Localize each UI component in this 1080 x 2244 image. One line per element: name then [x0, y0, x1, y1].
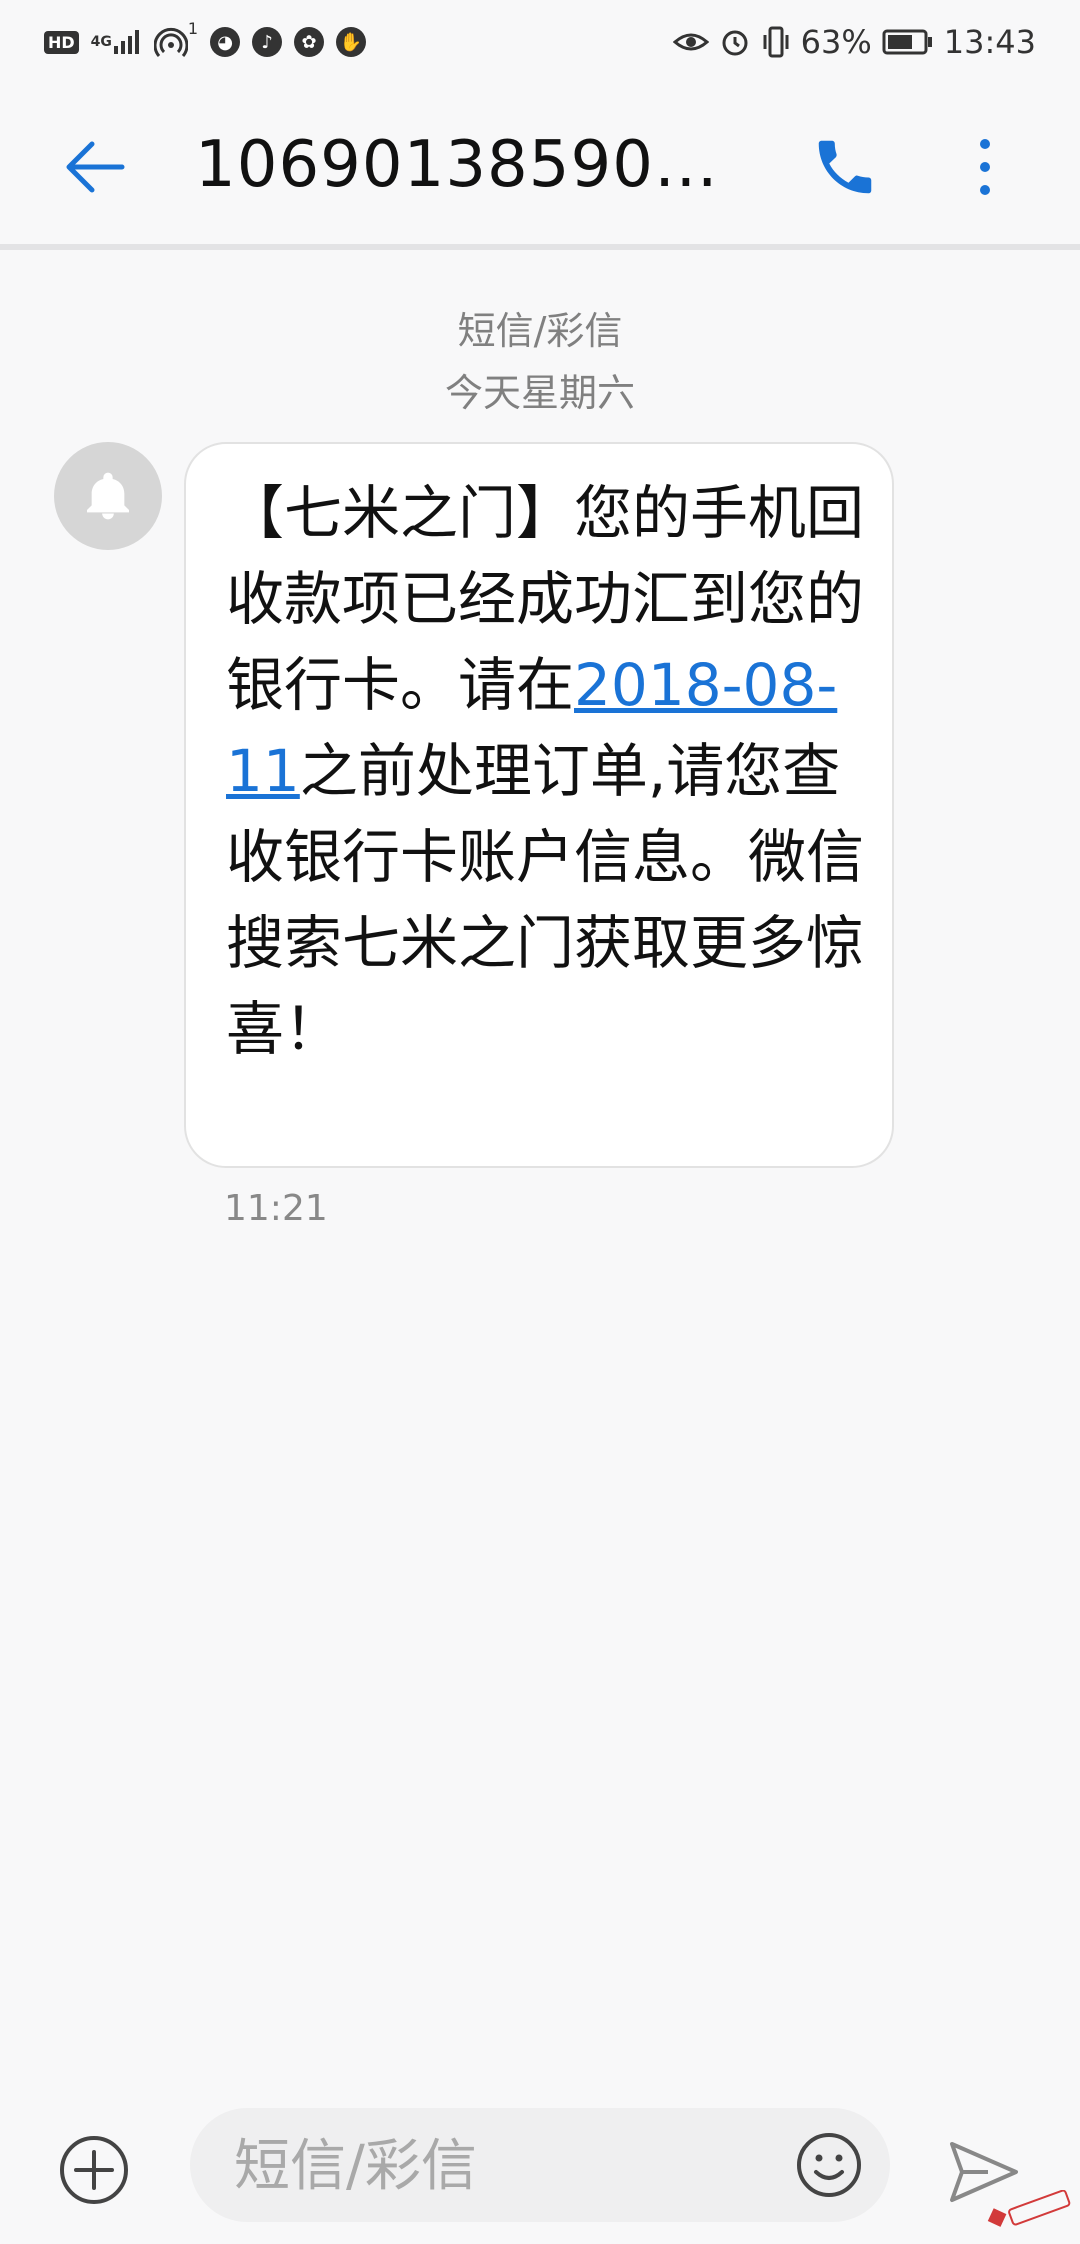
arrow-left-icon	[66, 141, 125, 193]
phone-icon	[818, 140, 872, 194]
hand-app-icon: ✋	[336, 27, 367, 57]
more-options-button[interactable]	[955, 132, 1015, 202]
message-bubble[interactable]: 【七米之门】您的手机回收款项已经成功汇到您的银行卡。请在2018-08-11之前…	[184, 442, 894, 1168]
message-text: 【七米之门】您的手机回收款项已经成功汇到您的银行卡。请在2018-08-11之前…	[226, 470, 866, 1072]
plus-circle-icon	[60, 2136, 128, 2204]
status-bar: HD 4G 1 ◕ ♪ ✿ ✋ 63% 13:43	[0, 0, 1080, 84]
message-text-after: 之前处理订单,请您查收银行卡账户信息。微信搜索七米之门获取更多惊喜！	[226, 737, 865, 1063]
conversation-header: 1069013859030...	[0, 84, 1080, 250]
hd-icon: HD	[44, 30, 79, 54]
add-attachment-button[interactable]	[56, 2132, 132, 2208]
vibrate-icon	[761, 25, 791, 59]
status-left: HD 4G 1 ◕ ♪ ✿ ✋	[44, 19, 367, 62]
hotspot-icon: 1	[153, 19, 198, 59]
status-right: 63% 13:43	[672, 22, 1036, 62]
bell-icon	[87, 472, 129, 520]
back-button[interactable]	[60, 132, 130, 202]
notification-count: 1	[187, 18, 199, 38]
emoji-button[interactable]	[792, 2128, 866, 2202]
huawei-app-icon: ✿	[294, 27, 325, 57]
sender-avatar[interactable]	[54, 442, 162, 550]
message-input-container	[190, 2108, 890, 2222]
message-type-label: 短信/彩信	[457, 309, 623, 353]
signal-icon: 4G	[91, 28, 142, 56]
watermark-logo	[980, 2189, 1075, 2234]
status-time: 13:43	[943, 23, 1036, 61]
message-time: 11:21	[224, 1188, 328, 1229]
watermark-icon	[987, 2189, 1071, 2227]
date-separator: 今天星期六	[444, 371, 635, 415]
tiktok-app-icon: ♪	[252, 27, 283, 57]
alarm-icon	[719, 26, 751, 58]
call-button[interactable]	[810, 132, 880, 202]
compose-bar	[0, 2090, 1080, 2244]
contact-number: 1069013859030...	[195, 128, 755, 202]
emoji-icon	[797, 2133, 861, 2197]
battery-icon	[882, 28, 934, 56]
more-vertical-icon	[980, 139, 990, 195]
firefox-app-icon: ◕	[210, 27, 241, 57]
message-input[interactable]	[232, 2130, 756, 2202]
battery-percent: 63%	[800, 23, 872, 61]
network-type: 4G	[90, 34, 112, 50]
eye-comfort-icon	[672, 28, 709, 56]
